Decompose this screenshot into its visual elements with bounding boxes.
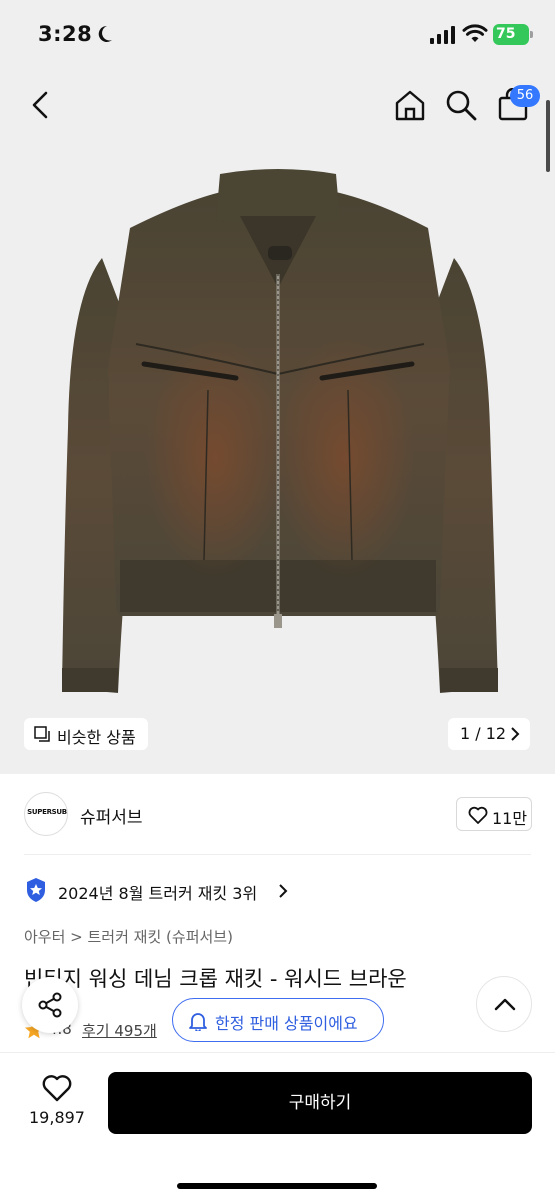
limited-sale-notice: 한정 판매 상품이에요 (172, 998, 384, 1042)
home-icon[interactable] (393, 88, 427, 122)
search-icon[interactable] (444, 88, 478, 122)
battery-level: 75 (496, 26, 516, 42)
moon-icon (98, 25, 112, 42)
similar-products-label: 비슷한 상품 (57, 728, 136, 747)
limited-sale-text: 한정 판매 상품이에요 (215, 1014, 358, 1033)
chevron-up-icon (494, 998, 516, 1011)
product-image-gallery[interactable]: 3:28 75 56 비슷한 상품 1 / 12 (0, 0, 555, 774)
signal-icon (430, 26, 455, 44)
brand-logo-text: SUPERSUB (27, 808, 67, 816)
review-count-link[interactable]: 후기 495개 (82, 1020, 157, 1041)
share-button[interactable] (22, 977, 78, 1033)
similar-products-button[interactable]: 비슷한 상품 (24, 718, 148, 750)
brand-logo[interactable]: SUPERSUB (24, 792, 68, 836)
image-page-indicator[interactable]: 1 / 12 (448, 718, 530, 750)
status-time: 3:28 (38, 22, 93, 46)
battery-tip (530, 31, 533, 38)
favorite-count: 19,897 (29, 1108, 85, 1127)
cart-count-badge: 56 (510, 85, 540, 107)
back-arrow-icon[interactable] (26, 88, 56, 122)
brand-like-button[interactable]: 11만 (456, 797, 532, 831)
share-icon (38, 992, 62, 1018)
divider (24, 854, 531, 855)
similar-items-icon (34, 726, 50, 742)
buy-button[interactable]: 구매하기 (108, 1072, 532, 1134)
wifi-icon (462, 24, 488, 42)
scroll-indicator (546, 100, 550, 172)
brand-like-count: 11만 (492, 809, 528, 828)
ranking-link[interactable]: 2024년 8월 트러커 재킷 3위 (58, 880, 257, 904)
image-page-text: 1 / 12 (460, 724, 507, 743)
brand-name[interactable]: 슈퍼서브 (80, 803, 143, 828)
product-title: 빈티지 워싱 데님 크롭 재킷 - 워시드 브라운 (24, 967, 407, 991)
chevron-right-icon (279, 884, 288, 898)
ranking-badge-icon (27, 878, 45, 902)
status-bar: 3:28 75 (0, 0, 555, 70)
heart-icon[interactable] (42, 1074, 72, 1102)
home-indicator (177, 1183, 377, 1189)
bell-icon (189, 1013, 207, 1031)
scroll-to-top-button[interactable] (476, 976, 532, 1032)
product-image (62, 169, 498, 693)
chevron-right-icon (511, 727, 520, 741)
category-breadcrumb[interactable]: 아우터 > 트러커 재킷 (슈퍼서브) (24, 926, 233, 947)
battery-icon: 75 (493, 24, 529, 45)
heart-icon (468, 806, 488, 824)
